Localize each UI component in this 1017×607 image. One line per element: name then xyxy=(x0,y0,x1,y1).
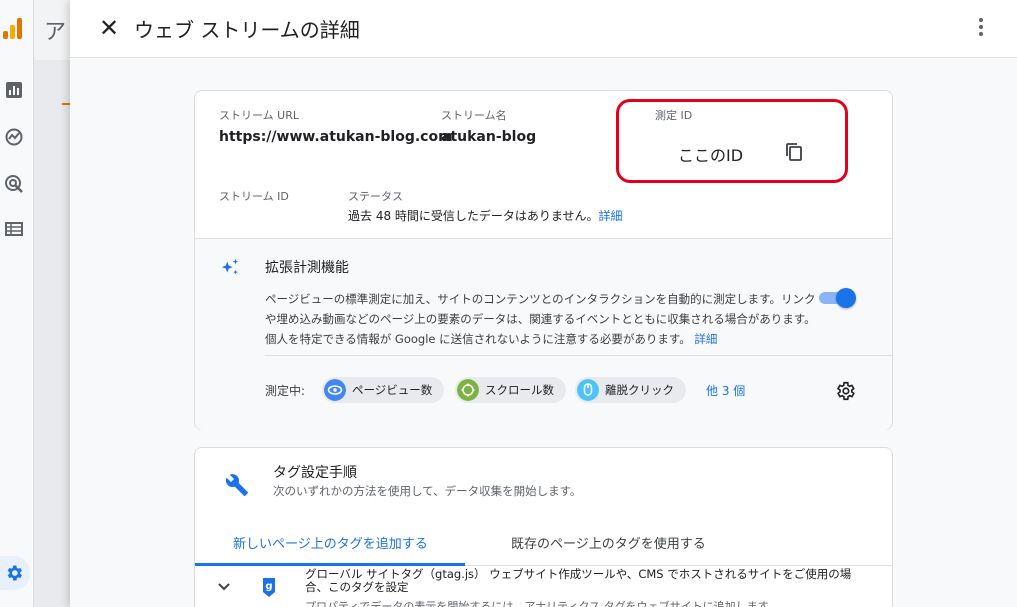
gtag-subtext: プロパティでデータの表示を開始するには、アナリティクス タグをウェブサイトに追加… xyxy=(305,600,779,607)
scroll-icon xyxy=(457,379,479,401)
active-tab-indicator xyxy=(195,563,465,566)
chevron-down-icon[interactable] xyxy=(217,580,231,594)
drawer-body: ストリーム URL https://www.atukan-blog.com スト… xyxy=(70,59,1017,607)
more-measurements-link[interactable]: 他 3 個 xyxy=(706,382,745,399)
admin-button[interactable] xyxy=(0,556,30,590)
reports-icon[interactable] xyxy=(4,80,24,100)
status-details-link[interactable]: 詳細 xyxy=(599,209,623,223)
divider xyxy=(265,355,892,356)
copy-icon[interactable] xyxy=(784,142,804,162)
stream-name-value: atukan-blog xyxy=(441,129,537,145)
svg-text:g: g xyxy=(265,581,272,592)
tab-use-existing-tag[interactable]: 既存のページ上のタグを使用する xyxy=(511,533,706,552)
tab-add-new-tag[interactable]: 新しいページ上のタグを追加する xyxy=(233,533,428,552)
tagging-title: タグ設定手順 xyxy=(273,465,357,481)
stream-name-label: ストリーム名 xyxy=(441,109,507,122)
measurement-id-highlight: ここのID xyxy=(616,99,848,183)
advertising-icon[interactable] xyxy=(4,174,24,194)
status-label: ステータス xyxy=(348,190,403,203)
tagging-instructions-card: タグ設定手順 次のいずれかの方法を使用して、データ収集を開始します。 新しいペー… xyxy=(194,447,893,607)
explore-icon[interactable] xyxy=(4,127,24,147)
drawer-header: ✕ ウェブ ストリームの詳細 xyxy=(70,0,1017,58)
more-options-icon[interactable] xyxy=(975,16,987,42)
enhanced-measurement-section: 拡張計測機能 ページビューの標準測定に加え、サイトのコンテンツとのインタラクショ… xyxy=(195,239,892,430)
stream-details-card: ストリーム URL https://www.atukan-blog.com スト… xyxy=(194,90,893,430)
stream-url-value: https://www.atukan-blog.com xyxy=(219,129,453,145)
gtag-description[interactable]: グローバル サイトタグ（gtag.js） ウェブサイト作成ツールや、CMS でホ… xyxy=(305,568,855,594)
stream-details-drawer: ✕ ウェブ ストリームの詳細 ストリーム URL https://www.atu… xyxy=(70,0,1017,607)
chip-page-views[interactable]: ページビュー数 xyxy=(322,377,445,403)
settings-gear-icon[interactable] xyxy=(834,380,856,402)
close-button[interactable]: ✕ xyxy=(96,15,122,41)
gtag-icon: g xyxy=(263,578,275,597)
configure-icon[interactable] xyxy=(4,219,24,239)
measuring-label: 測定中: xyxy=(265,384,306,398)
mouse-icon xyxy=(577,379,599,401)
enhanced-measurement-title: 拡張計測機能 xyxy=(265,260,349,276)
measurement-id-value: ここのID xyxy=(678,146,744,165)
enhanced-measurement-description: ページビューの標準測定に加え、サイトのコンテンツとのインタラクションを自動的に測… xyxy=(265,292,816,346)
background-content xyxy=(34,60,72,607)
enhanced-details-link[interactable]: 詳細 xyxy=(694,332,717,346)
sparkle-icon xyxy=(221,258,239,275)
chip-scrolls[interactable]: スクロール数 xyxy=(455,377,566,403)
status-text: 過去 48 時間に受信したデータはありません。詳細 xyxy=(348,209,623,223)
eye-icon xyxy=(324,379,346,401)
drawer-title: ウェブ ストリームの詳細 xyxy=(134,18,360,42)
stream-id-label: ストリーム ID xyxy=(219,190,289,203)
app-rail xyxy=(0,0,34,607)
stream-url-label: ストリーム URL xyxy=(219,109,299,122)
admin-gear-icon xyxy=(7,565,23,581)
app-title: ア xyxy=(44,20,67,45)
enhanced-measurement-toggle[interactable] xyxy=(819,288,856,308)
analytics-logo-icon xyxy=(3,17,25,39)
chip-outbound-clicks[interactable]: 離脱クリック xyxy=(575,377,686,403)
tagging-subtitle: 次のいずれかの方法を使用して、データ収集を開始します。 xyxy=(273,484,582,498)
wrench-icon xyxy=(225,474,248,496)
